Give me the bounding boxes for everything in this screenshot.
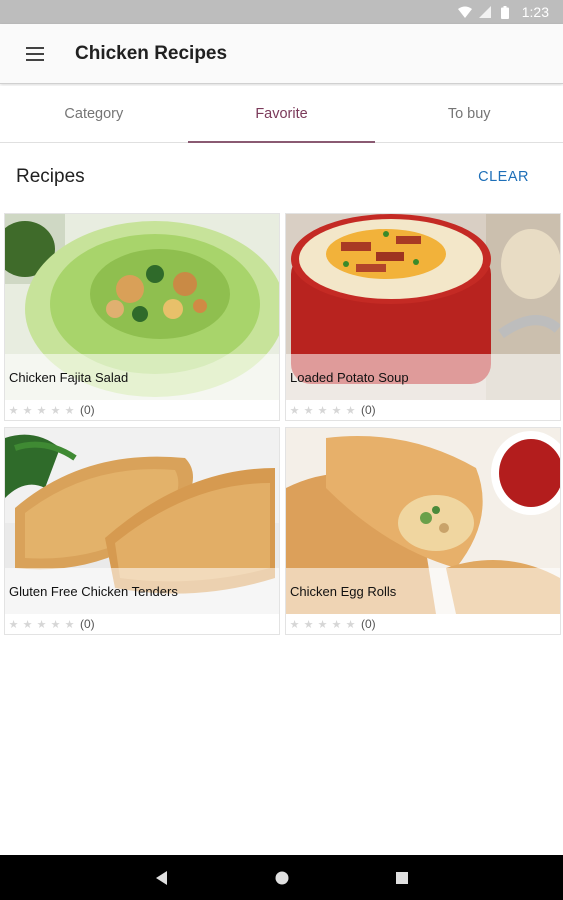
signal-icon [478,5,492,19]
star-icon: ★ [303,618,314,631]
star-icon: ★ [64,404,75,417]
star-icon: ★ [317,618,328,631]
tab-to-buy[interactable]: To buy [375,86,563,142]
recipe-image: Gluten Free Chicken Tenders [5,428,279,614]
recipe-image: Chicken Fajita Salad [5,214,279,400]
hamburger-menu-icon[interactable] [17,36,53,72]
tab-bar: Category Favorite To buy [0,86,563,143]
battery-icon [498,5,512,19]
rating-row: ★ ★ ★ ★ ★ (0) [286,400,560,420]
recipe-name: Gluten Free Chicken Tenders [5,568,279,614]
star-icon: ★ [289,404,300,417]
recipe-name: Chicken Egg Rolls [286,568,560,614]
rating-count: (0) [80,617,95,631]
recipe-card[interactable]: Gluten Free Chicken Tenders ★ ★ ★ ★ ★ (0… [4,427,280,635]
star-icon: ★ [22,618,33,631]
rating-count: (0) [80,403,95,417]
star-icon: ★ [331,404,342,417]
star-icon: ★ [64,618,75,631]
status-bar: 1:23 [0,0,563,24]
star-icon: ★ [303,404,314,417]
app-title: Chicken Recipes [75,42,228,64]
star-icon: ★ [331,618,342,631]
section-title: Recipes [16,166,85,187]
rating-count: (0) [361,617,376,631]
clear-button[interactable]: CLEAR [478,169,529,185]
recipe-grid: Chicken Fajita Salad ★ ★ ★ ★ ★ (0) Loade… [4,213,561,635]
home-icon[interactable] [272,868,292,888]
status-time: 1:23 [521,4,549,20]
star-icon: ★ [50,404,61,417]
recipe-card[interactable]: Chicken Fajita Salad ★ ★ ★ ★ ★ (0) [4,213,280,421]
rating-row: ★ ★ ★ ★ ★ (0) [5,400,279,420]
star-icon: ★ [36,404,47,417]
recipe-card[interactable]: Loaded Potato Soup ★ ★ ★ ★ ★ (0) [285,213,561,421]
recipe-name: Loaded Potato Soup [286,354,560,400]
recipe-image: Loaded Potato Soup [286,214,560,400]
star-icon: ★ [36,618,47,631]
recipe-card[interactable]: Chicken Egg Rolls ★ ★ ★ ★ ★ (0) [285,427,561,635]
star-icon: ★ [289,618,300,631]
star-icon: ★ [345,618,356,631]
system-nav-bar [0,855,563,900]
star-icon: ★ [8,618,19,631]
star-icon: ★ [8,404,19,417]
star-icon: ★ [22,404,33,417]
recipe-name: Chicken Fajita Salad [5,354,279,400]
tab-category[interactable]: Category [0,86,188,142]
star-icon: ★ [50,618,61,631]
app-bar: Chicken Recipes [0,24,563,84]
recipe-image: Chicken Egg Rolls [286,428,560,614]
wifi-icon [457,5,472,19]
rating-row: ★ ★ ★ ★ ★ (0) [286,614,560,634]
section-header: Recipes CLEAR [0,155,563,199]
recents-icon[interactable] [392,868,412,888]
star-icon: ★ [345,404,356,417]
rating-count: (0) [361,403,376,417]
back-icon[interactable] [152,868,172,888]
tab-favorite[interactable]: Favorite [187,86,376,143]
rating-row: ★ ★ ★ ★ ★ (0) [5,614,279,634]
star-icon: ★ [317,404,328,417]
